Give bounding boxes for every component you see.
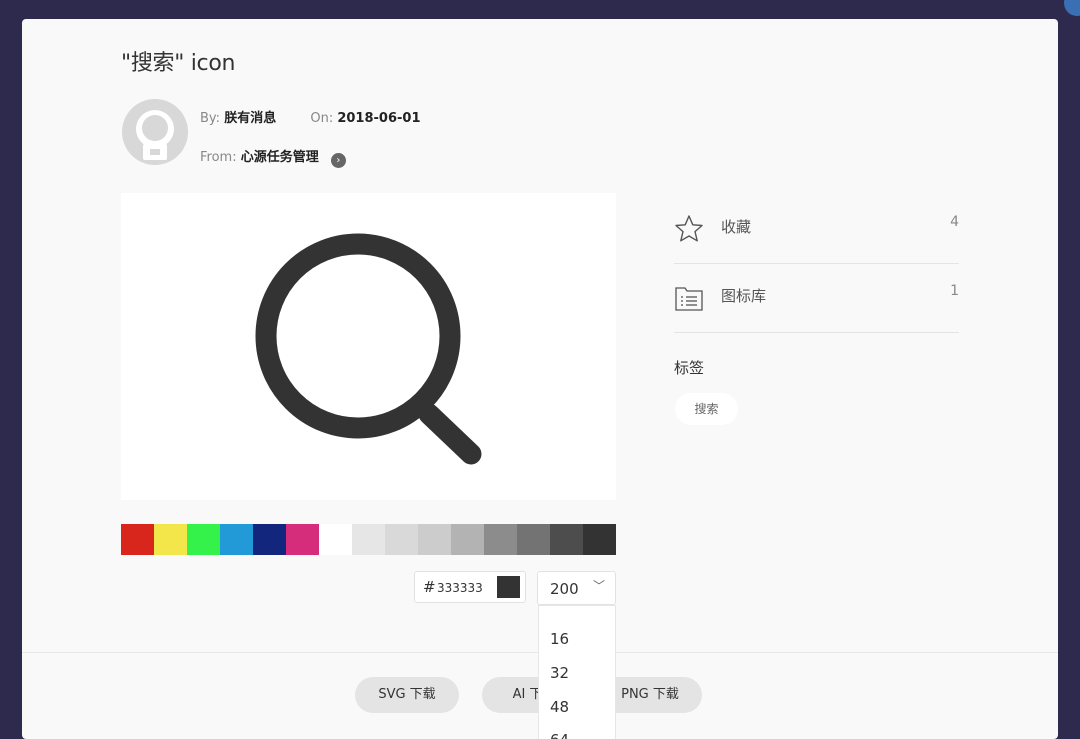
background-badge — [1064, 0, 1080, 16]
color-hex-input[interactable]: # 333333 — [414, 571, 526, 603]
color-swatch[interactable] — [550, 524, 583, 555]
size-select[interactable]: 200 ﹀ — [537, 571, 616, 605]
search-icon — [255, 233, 482, 465]
color-swatch[interactable] — [253, 524, 286, 555]
color-palette — [121, 524, 616, 555]
color-swatch[interactable] — [385, 524, 418, 555]
color-swatch[interactable] — [319, 524, 352, 555]
chevron-right-circle-icon[interactable]: › — [330, 153, 346, 168]
icon-detail-modal: "搜索" icon By: 朕有消息 On: 2018-06-01 From: … — [22, 19, 1058, 739]
author-date-row: By: 朕有消息 On: 2018-06-01 — [200, 107, 421, 126]
hash-symbol: # — [423, 578, 436, 596]
avatar[interactable] — [122, 99, 188, 165]
icon-library-row[interactable]: 图标库 1 — [674, 263, 959, 333]
library-icon — [674, 283, 704, 317]
size-option[interactable]: 64 — [550, 731, 569, 739]
source-project[interactable]: 心源任务管理 — [241, 150, 319, 165]
size-option[interactable]: 16 — [550, 630, 569, 648]
size-option[interactable]: 48 — [550, 698, 569, 716]
tags-heading: 标签 — [674, 359, 705, 377]
by-label: By: — [200, 111, 221, 126]
avatar-body — [143, 144, 167, 160]
favorite-row[interactable]: 收藏 4 — [674, 194, 959, 264]
favorite-label: 收藏 — [721, 218, 752, 236]
author-name[interactable]: 朕有消息 — [224, 111, 276, 126]
library-label: 图标库 — [721, 287, 767, 305]
chevron-down-icon: ﹀ — [593, 579, 606, 593]
color-swatch[interactable] — [121, 524, 154, 555]
publish-date: 2018-06-01 — [337, 111, 421, 126]
color-swatch[interactable] — [451, 524, 484, 555]
color-swatch[interactable] — [286, 524, 319, 555]
color-preview-chip[interactable] — [497, 576, 520, 598]
tag-chip[interactable]: 搜索 — [675, 393, 738, 425]
star-icon[interactable] — [674, 214, 704, 248]
color-swatch[interactable] — [352, 524, 385, 555]
avatar-head — [136, 110, 174, 148]
page-title: "搜索" icon — [121, 51, 236, 76]
library-count: 1 — [950, 283, 959, 299]
on-label: On: — [310, 111, 334, 126]
color-swatch[interactable] — [220, 524, 253, 555]
favorite-count: 4 — [950, 214, 959, 230]
color-swatch[interactable] — [583, 524, 616, 555]
svg-download-button[interactable]: SVG 下载 — [355, 677, 459, 713]
color-swatch[interactable] — [517, 524, 550, 555]
size-value: 200 — [550, 580, 579, 598]
icon-preview — [121, 193, 616, 500]
size-option[interactable]: 32 — [550, 664, 569, 682]
color-swatch[interactable] — [187, 524, 220, 555]
color-swatch[interactable] — [418, 524, 451, 555]
from-label: From: — [200, 150, 237, 165]
color-swatch[interactable] — [484, 524, 517, 555]
size-dropdown-overlay: 16 32 48 64 — [538, 605, 616, 739]
hex-value[interactable]: 333333 — [437, 581, 483, 595]
color-swatch[interactable] — [154, 524, 187, 555]
source-row: From: 心源任务管理 › — [200, 146, 346, 168]
